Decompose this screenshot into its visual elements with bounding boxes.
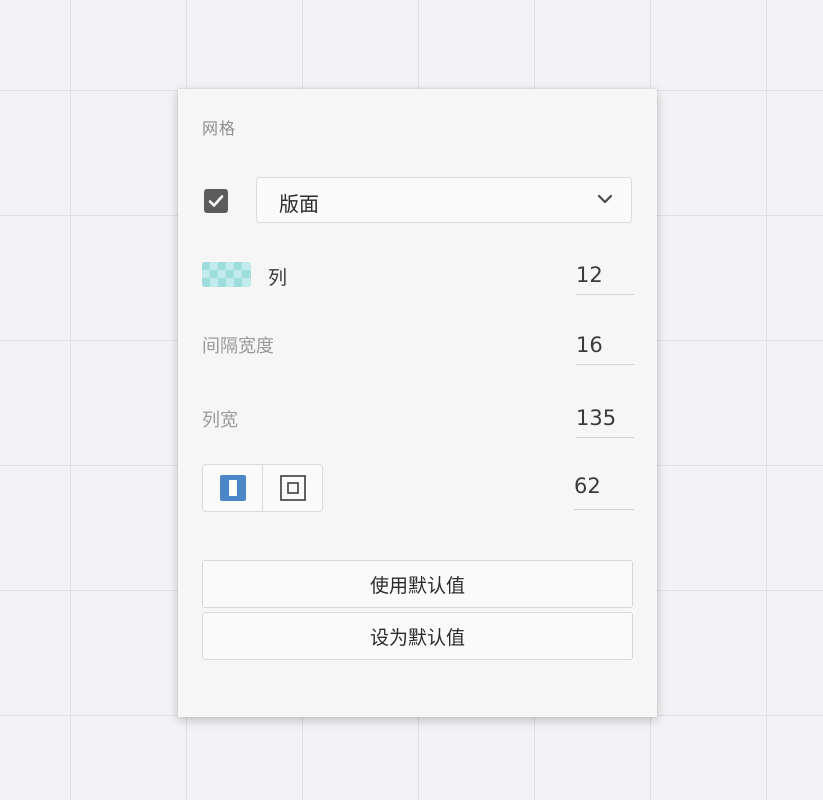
margin-mode-toggle bbox=[202, 464, 323, 512]
columns-input[interactable]: 12 bbox=[576, 261, 634, 295]
column-grid-swatch-icon[interactable] bbox=[202, 262, 251, 287]
margin-input[interactable]: 62 bbox=[574, 472, 634, 510]
box-margin-icon bbox=[279, 475, 306, 501]
column-width-value: 135 bbox=[576, 406, 617, 430]
gutter-label: 间隔宽度 bbox=[202, 336, 274, 357]
check-icon bbox=[208, 195, 224, 207]
use-default-button[interactable]: 使用默认值 bbox=[202, 560, 633, 608]
column-mode-icon bbox=[219, 475, 246, 501]
section-title: 网格 bbox=[202, 119, 237, 138]
margin-value: 62 bbox=[574, 474, 601, 498]
column-mode-button[interactable] bbox=[203, 465, 262, 511]
layout-type-value: 版面 bbox=[279, 192, 319, 216]
layout-type-select[interactable]: 版面 bbox=[256, 177, 632, 223]
grid-settings-panel: 网格 版面 列 12 间隔宽度 16 列宽 135 62 使用默认值 设为默认值 bbox=[178, 89, 657, 717]
gutter-value: 16 bbox=[576, 333, 603, 357]
set-default-button[interactable]: 设为默认值 bbox=[202, 612, 633, 660]
column-width-label: 列宽 bbox=[202, 410, 238, 431]
box-margin-button[interactable] bbox=[262, 465, 322, 511]
columns-value: 12 bbox=[576, 263, 603, 287]
column-width-input[interactable]: 135 bbox=[576, 404, 634, 438]
columns-label: 列 bbox=[268, 267, 288, 289]
gutter-input[interactable]: 16 bbox=[576, 331, 634, 365]
chevron-down-icon bbox=[597, 194, 613, 204]
layout-enable-checkbox[interactable] bbox=[204, 189, 228, 213]
